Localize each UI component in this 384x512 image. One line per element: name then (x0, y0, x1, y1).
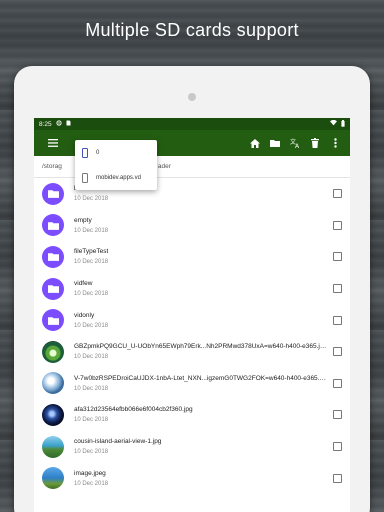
select-checkbox[interactable] (333, 378, 342, 388)
storage-option-sd[interactable]: mobidev.apps.vd (75, 165, 157, 190)
file-date: 10 Dec 2018 (74, 354, 109, 361)
select-checkbox[interactable] (333, 315, 342, 325)
delete-icon[interactable] (307, 135, 323, 151)
file-name: vidfew (74, 280, 93, 288)
sd-card-icon (82, 172, 88, 183)
list-item[interactable]: vidfew 10 Dec 2018 (34, 273, 350, 305)
path-text-right: ader (157, 163, 171, 170)
storage-selector-menu: 0 mobidev.apps.vd (75, 140, 157, 190)
storage-option-label: 0 (96, 149, 100, 156)
sim-icon (66, 120, 71, 128)
image-thumbnail (42, 340, 64, 363)
select-checkbox[interactable] (333, 284, 342, 294)
select-checkbox[interactable] (333, 252, 342, 262)
select-checkbox[interactable] (333, 410, 342, 420)
image-thumbnail (42, 403, 64, 426)
tablet-frame: 8:25 文 A /storag ader 10 Dec 2018 empty … (14, 66, 370, 512)
folder-icon (42, 245, 64, 268)
hamburger-menu-icon[interactable] (45, 135, 61, 151)
file-date: 10 Dec 2018 (74, 385, 109, 392)
list-item[interactable]: empty 10 Dec 2018 (34, 210, 350, 242)
file-date: 10 Dec 2018 (74, 480, 109, 487)
list-item[interactable]: afa312d23564efbb066e6f004cb2f360.jpg 10 … (34, 399, 350, 431)
list-item[interactable]: image.jpeg 10 Dec 2018 (34, 462, 350, 494)
list-item[interactable]: V-7w0bzRSPEDroiCaUJDX-1nbA-Ltet_NXN...ig… (34, 368, 350, 400)
status-time: 8:25 (39, 120, 52, 128)
select-checkbox[interactable] (333, 189, 342, 199)
folder-icon (42, 182, 64, 205)
folder-icon[interactable] (267, 135, 283, 151)
app-screen: 8:25 文 A /storag ader 10 Dec 2018 empty … (34, 118, 350, 512)
svg-text:A: A (295, 143, 300, 148)
file-name: afa312d23564efbb066e6f004cb2f360.jpg (74, 406, 193, 414)
path-text-left: /storag (42, 163, 62, 170)
translate-icon[interactable]: 文A (287, 135, 303, 151)
status-bar: 8:25 (34, 118, 350, 130)
file-date: 10 Dec 2018 (74, 322, 109, 329)
select-checkbox[interactable] (333, 220, 342, 230)
camera-dot (188, 93, 196, 101)
promo-headline: Multiple SD cards support (85, 20, 299, 40)
image-thumbnail (42, 435, 64, 458)
select-checkbox[interactable] (333, 347, 342, 357)
file-name: vidonly (74, 311, 95, 319)
storage-option-label: mobidev.apps.vd (96, 174, 141, 181)
list-item[interactable]: cousin-island-aerial-view-1.jpg 10 Dec 2… (34, 431, 350, 463)
file-date: 10 Dec 2018 (74, 417, 109, 424)
file-date: 10 Dec 2018 (74, 259, 109, 266)
folder-icon (42, 309, 64, 332)
list-item[interactable]: GBZpmkPQ9GCU_U-UObYn65EWph79Erk...Nh2PRM… (34, 336, 350, 368)
file-name: cousin-island-aerial-view-1.jpg (74, 438, 162, 446)
more-vert-icon[interactable] (327, 135, 343, 151)
file-name: GBZpmkPQ9GCU_U-UObYn65EWph79Erk...Nh2PRM… (74, 343, 327, 351)
image-thumbnail (42, 372, 64, 395)
list-item[interactable]: fileTypeTest 10 Dec 2018 (34, 241, 350, 273)
file-name: V-7w0bzRSPEDroiCaUJDX-1nbA-Ltet_NXN...ig… (74, 374, 327, 382)
battery-icon (341, 119, 345, 129)
file-name: image.jpeg (74, 469, 106, 477)
folder-icon (42, 214, 64, 237)
settings-icon (56, 120, 62, 128)
home-icon[interactable] (247, 135, 263, 151)
file-date: 10 Dec 2018 (74, 227, 109, 234)
image-thumbnail (42, 467, 64, 490)
file-list: best 10 Dec 2018 empty 10 Dec 2018 (34, 178, 350, 494)
folder-icon (42, 277, 64, 300)
file-name: fileTypeTest (74, 248, 109, 256)
wifi-icon (330, 119, 337, 128)
file-name: empty (74, 216, 92, 224)
select-checkbox[interactable] (333, 442, 342, 452)
file-date: 10 Dec 2018 (74, 196, 109, 203)
file-date: 10 Dec 2018 (74, 449, 109, 456)
phone-icon (82, 147, 88, 158)
list-item[interactable]: vidonly 10 Dec 2018 (34, 304, 350, 336)
file-date: 10 Dec 2018 (74, 291, 109, 298)
select-checkbox[interactable] (333, 473, 342, 483)
storage-option-internal[interactable]: 0 (75, 140, 157, 165)
